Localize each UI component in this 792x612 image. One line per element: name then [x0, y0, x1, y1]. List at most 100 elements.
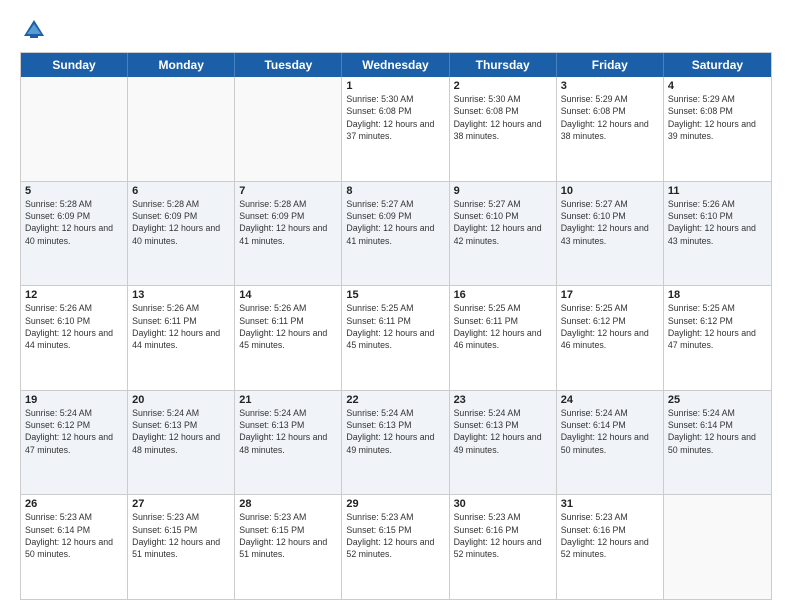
cell-date: 27 [132, 498, 230, 510]
cell-info: Sunrise: 5:30 AM Sunset: 6:08 PM Dayligh… [346, 93, 444, 142]
calendar: SundayMondayTuesdayWednesdayThursdayFrid… [20, 52, 772, 600]
calendar-cell: 4Sunrise: 5:29 AM Sunset: 6:08 PM Daylig… [664, 77, 771, 181]
weekday-header-sunday: Sunday [21, 53, 128, 77]
calendar-cell: 11Sunrise: 5:26 AM Sunset: 6:10 PM Dayli… [664, 182, 771, 286]
cell-info: Sunrise: 5:24 AM Sunset: 6:13 PM Dayligh… [454, 407, 552, 456]
cell-info: Sunrise: 5:28 AM Sunset: 6:09 PM Dayligh… [239, 198, 337, 247]
calendar-cell [128, 77, 235, 181]
cell-info: Sunrise: 5:26 AM Sunset: 6:10 PM Dayligh… [25, 302, 123, 351]
weekday-header-saturday: Saturday [664, 53, 771, 77]
cell-info: Sunrise: 5:23 AM Sunset: 6:16 PM Dayligh… [454, 511, 552, 560]
weekday-header-monday: Monday [128, 53, 235, 77]
calendar-page: SundayMondayTuesdayWednesdayThursdayFrid… [0, 0, 792, 612]
logo [20, 16, 52, 44]
cell-date: 9 [454, 185, 552, 197]
cell-info: Sunrise: 5:24 AM Sunset: 6:14 PM Dayligh… [561, 407, 659, 456]
calendar-cell: 9Sunrise: 5:27 AM Sunset: 6:10 PM Daylig… [450, 182, 557, 286]
cell-date: 6 [132, 185, 230, 197]
cell-info: Sunrise: 5:23 AM Sunset: 6:14 PM Dayligh… [25, 511, 123, 560]
cell-info: Sunrise: 5:23 AM Sunset: 6:15 PM Dayligh… [132, 511, 230, 560]
cell-date: 26 [25, 498, 123, 510]
calendar-cell: 5Sunrise: 5:28 AM Sunset: 6:09 PM Daylig… [21, 182, 128, 286]
cell-date: 16 [454, 289, 552, 301]
cell-info: Sunrise: 5:24 AM Sunset: 6:14 PM Dayligh… [668, 407, 767, 456]
cell-date: 7 [239, 185, 337, 197]
calendar-cell: 22Sunrise: 5:24 AM Sunset: 6:13 PM Dayli… [342, 391, 449, 495]
cell-info: Sunrise: 5:25 AM Sunset: 6:12 PM Dayligh… [668, 302, 767, 351]
cell-date: 30 [454, 498, 552, 510]
calendar-cell: 17Sunrise: 5:25 AM Sunset: 6:12 PM Dayli… [557, 286, 664, 390]
cell-info: Sunrise: 5:24 AM Sunset: 6:13 PM Dayligh… [346, 407, 444, 456]
header [20, 16, 772, 44]
cell-date: 11 [668, 185, 767, 197]
cell-date: 1 [346, 80, 444, 92]
cell-date: 23 [454, 394, 552, 406]
cell-info: Sunrise: 5:25 AM Sunset: 6:11 PM Dayligh… [346, 302, 444, 351]
cell-date: 15 [346, 289, 444, 301]
cell-info: Sunrise: 5:23 AM Sunset: 6:16 PM Dayligh… [561, 511, 659, 560]
cell-date: 24 [561, 394, 659, 406]
calendar-cell: 30Sunrise: 5:23 AM Sunset: 6:16 PM Dayli… [450, 495, 557, 599]
weekday-header-tuesday: Tuesday [235, 53, 342, 77]
calendar-cell: 6Sunrise: 5:28 AM Sunset: 6:09 PM Daylig… [128, 182, 235, 286]
calendar-cell: 14Sunrise: 5:26 AM Sunset: 6:11 PM Dayli… [235, 286, 342, 390]
cell-info: Sunrise: 5:27 AM Sunset: 6:09 PM Dayligh… [346, 198, 444, 247]
calendar-row-4: 26Sunrise: 5:23 AM Sunset: 6:14 PM Dayli… [21, 495, 771, 599]
calendar-cell: 16Sunrise: 5:25 AM Sunset: 6:11 PM Dayli… [450, 286, 557, 390]
calendar-body: 1Sunrise: 5:30 AM Sunset: 6:08 PM Daylig… [21, 77, 771, 599]
calendar-cell [664, 495, 771, 599]
cell-date: 3 [561, 80, 659, 92]
cell-info: Sunrise: 5:30 AM Sunset: 6:08 PM Dayligh… [454, 93, 552, 142]
cell-date: 20 [132, 394, 230, 406]
calendar-cell: 3Sunrise: 5:29 AM Sunset: 6:08 PM Daylig… [557, 77, 664, 181]
cell-date: 17 [561, 289, 659, 301]
calendar-cell: 13Sunrise: 5:26 AM Sunset: 6:11 PM Dayli… [128, 286, 235, 390]
calendar-cell: 7Sunrise: 5:28 AM Sunset: 6:09 PM Daylig… [235, 182, 342, 286]
cell-date: 18 [668, 289, 767, 301]
calendar-row-0: 1Sunrise: 5:30 AM Sunset: 6:08 PM Daylig… [21, 77, 771, 182]
cell-info: Sunrise: 5:25 AM Sunset: 6:11 PM Dayligh… [454, 302, 552, 351]
calendar-cell: 26Sunrise: 5:23 AM Sunset: 6:14 PM Dayli… [21, 495, 128, 599]
calendar-cell: 28Sunrise: 5:23 AM Sunset: 6:15 PM Dayli… [235, 495, 342, 599]
cell-info: Sunrise: 5:24 AM Sunset: 6:12 PM Dayligh… [25, 407, 123, 456]
cell-date: 5 [25, 185, 123, 197]
calendar-cell: 18Sunrise: 5:25 AM Sunset: 6:12 PM Dayli… [664, 286, 771, 390]
cell-date: 4 [668, 80, 767, 92]
calendar-cell: 10Sunrise: 5:27 AM Sunset: 6:10 PM Dayli… [557, 182, 664, 286]
weekday-header-wednesday: Wednesday [342, 53, 449, 77]
cell-info: Sunrise: 5:27 AM Sunset: 6:10 PM Dayligh… [561, 198, 659, 247]
cell-date: 13 [132, 289, 230, 301]
calendar-cell: 12Sunrise: 5:26 AM Sunset: 6:10 PM Dayli… [21, 286, 128, 390]
cell-date: 19 [25, 394, 123, 406]
weekday-header-friday: Friday [557, 53, 664, 77]
calendar-cell: 20Sunrise: 5:24 AM Sunset: 6:13 PM Dayli… [128, 391, 235, 495]
cell-date: 29 [346, 498, 444, 510]
cell-info: Sunrise: 5:28 AM Sunset: 6:09 PM Dayligh… [25, 198, 123, 247]
calendar-row-2: 12Sunrise: 5:26 AM Sunset: 6:10 PM Dayli… [21, 286, 771, 391]
calendar-cell: 31Sunrise: 5:23 AM Sunset: 6:16 PM Dayli… [557, 495, 664, 599]
calendar-cell [235, 77, 342, 181]
calendar-cell: 21Sunrise: 5:24 AM Sunset: 6:13 PM Dayli… [235, 391, 342, 495]
calendar-cell: 1Sunrise: 5:30 AM Sunset: 6:08 PM Daylig… [342, 77, 449, 181]
cell-date: 12 [25, 289, 123, 301]
cell-info: Sunrise: 5:29 AM Sunset: 6:08 PM Dayligh… [668, 93, 767, 142]
calendar-cell: 27Sunrise: 5:23 AM Sunset: 6:15 PM Dayli… [128, 495, 235, 599]
cell-info: Sunrise: 5:29 AM Sunset: 6:08 PM Dayligh… [561, 93, 659, 142]
calendar-cell: 23Sunrise: 5:24 AM Sunset: 6:13 PM Dayli… [450, 391, 557, 495]
cell-date: 28 [239, 498, 337, 510]
cell-date: 21 [239, 394, 337, 406]
logo-icon [20, 16, 48, 44]
cell-date: 14 [239, 289, 337, 301]
cell-date: 31 [561, 498, 659, 510]
cell-date: 22 [346, 394, 444, 406]
cell-info: Sunrise: 5:28 AM Sunset: 6:09 PM Dayligh… [132, 198, 230, 247]
calendar-cell: 24Sunrise: 5:24 AM Sunset: 6:14 PM Dayli… [557, 391, 664, 495]
calendar-cell: 2Sunrise: 5:30 AM Sunset: 6:08 PM Daylig… [450, 77, 557, 181]
cell-date: 25 [668, 394, 767, 406]
calendar-cell: 15Sunrise: 5:25 AM Sunset: 6:11 PM Dayli… [342, 286, 449, 390]
calendar-row-3: 19Sunrise: 5:24 AM Sunset: 6:12 PM Dayli… [21, 391, 771, 496]
calendar-cell: 25Sunrise: 5:24 AM Sunset: 6:14 PM Dayli… [664, 391, 771, 495]
cell-info: Sunrise: 5:24 AM Sunset: 6:13 PM Dayligh… [239, 407, 337, 456]
cell-date: 2 [454, 80, 552, 92]
calendar-header: SundayMondayTuesdayWednesdayThursdayFrid… [21, 53, 771, 77]
